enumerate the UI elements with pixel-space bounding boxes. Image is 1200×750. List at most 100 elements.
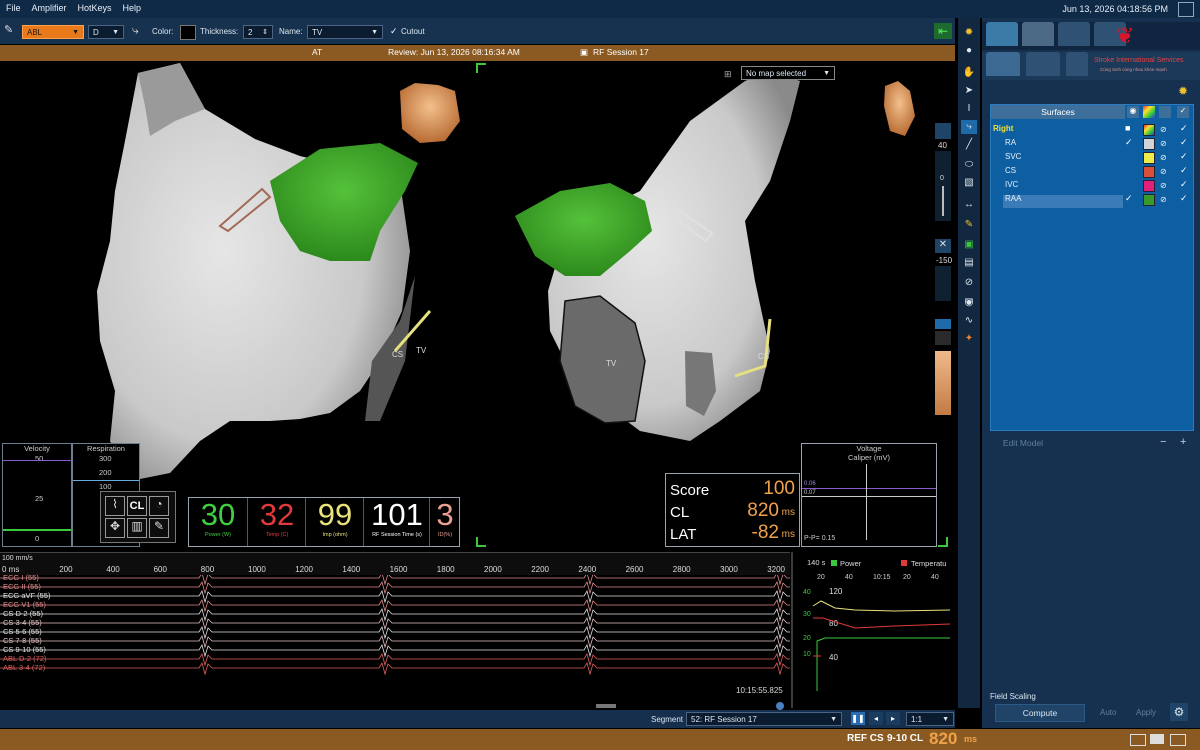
menu-amplifier[interactable]: Amplifier xyxy=(26,0,72,13)
compute-button[interactable]: Compute xyxy=(995,704,1085,722)
group-visibility-toggle[interactable]: ■ xyxy=(1125,122,1130,135)
eye-icon[interactable]: ◉ xyxy=(961,296,977,310)
hand-icon[interactable]: ✋ xyxy=(961,66,977,80)
ellipse-icon[interactable]: ⬭ xyxy=(961,158,977,172)
select-checkbox[interactable]: ✓ xyxy=(1180,136,1188,149)
link-icon[interactable]: ⊘ xyxy=(1160,123,1167,136)
gear-icon[interactable]: ⚙ xyxy=(1170,703,1188,721)
link-icon[interactable]: ⊘ xyxy=(1160,179,1167,192)
surface-color-swatch[interactable] xyxy=(1143,166,1155,178)
curve-draw-icon[interactable]: ⤷ xyxy=(132,23,139,38)
visibility-checkbox[interactable]: ✓ xyxy=(1125,136,1133,149)
tab-sphere[interactable] xyxy=(1022,22,1054,46)
settings-icon[interactable]: ✦ xyxy=(961,332,977,346)
record-icon[interactable] xyxy=(1170,734,1186,746)
cutout-checkbox[interactable]: ✓ xyxy=(390,26,398,37)
channel-label[interactable]: ABL D-2 (72) xyxy=(3,654,47,663)
channel-label[interactable]: CS 3-4 (55) xyxy=(3,618,42,627)
waveform-icon[interactable]: ⌇ xyxy=(105,496,125,516)
color-column-icon[interactable] xyxy=(1143,106,1155,118)
channel-label[interactable]: ECG V1 (55) xyxy=(3,600,46,609)
color-bar-toggle[interactable] xyxy=(935,319,951,329)
name-select[interactable]: TV ▼ xyxy=(307,25,383,39)
color-swatch[interactable] xyxy=(180,25,196,40)
crosshair-icon[interactable]: ✕ xyxy=(935,239,951,253)
tab-catheters[interactable] xyxy=(1026,52,1060,76)
link-column-icon[interactable] xyxy=(1159,106,1171,118)
wave-icon[interactable]: ∿ xyxy=(961,314,977,328)
edit-model-button[interactable]: Edit Model xyxy=(992,436,1054,451)
select-checkbox[interactable]: ✓ xyxy=(1180,150,1188,163)
surface-row[interactable]: CS ⊘ ✓ xyxy=(991,164,1193,178)
link-icon[interactable]: ⊘ xyxy=(1160,151,1167,164)
surface-color-swatch[interactable] xyxy=(1143,180,1155,192)
link-icon[interactable]: ⊘ xyxy=(1160,165,1167,178)
camera-icon[interactable]: ▤ xyxy=(961,256,977,270)
apply-button[interactable]: Apply xyxy=(1136,708,1156,717)
menu-file[interactable]: File xyxy=(0,0,26,13)
spectrum-icon[interactable]: ▥ xyxy=(127,518,147,538)
step-back-icon[interactable]: ◂ xyxy=(869,712,883,725)
catheter-icon[interactable]: ⊘ xyxy=(961,276,977,290)
electrode-select[interactable]: D ▼ xyxy=(88,25,124,39)
window-icon[interactable] xyxy=(1130,734,1146,746)
catheter-tool-icon[interactable]: ✎ xyxy=(4,24,16,36)
draw-curve-icon[interactable]: ⤷ xyxy=(961,120,977,134)
channel-label[interactable]: ABL 3-4 (72) xyxy=(3,663,45,672)
surface-color-swatch[interactable] xyxy=(1143,138,1155,150)
channel-label[interactable]: CS 5-6 (55) xyxy=(3,627,42,636)
surface-color-swatch[interactable] xyxy=(1143,194,1155,206)
link-icon[interactable]: ⊘ xyxy=(1160,137,1167,150)
torso-view-presets[interactable] xyxy=(935,351,951,415)
brush-icon[interactable]: ✎ xyxy=(961,218,977,232)
gauge-icon[interactable]: ◔ xyxy=(149,496,169,516)
pointer-icon[interactable]: ➤ xyxy=(961,84,977,98)
segment-select[interactable]: 52: RF Session 17 ▼ xyxy=(686,712,842,726)
text-cursor-icon[interactable]: I xyxy=(961,102,977,116)
channel-label[interactable]: CS D-2 (55) xyxy=(3,609,43,618)
menu-hotkeys[interactable]: HotKeys xyxy=(72,0,117,13)
lower-slider[interactable] xyxy=(935,266,951,301)
auto-button[interactable]: Auto xyxy=(1100,708,1116,717)
resize-icon[interactable]: ↔ xyxy=(961,198,977,212)
eraser-icon[interactable]: ▧ xyxy=(961,176,977,190)
eye-column-icon[interactable]: ◉ xyxy=(1127,106,1139,118)
tab-map[interactable] xyxy=(986,22,1018,46)
screen-icon[interactable] xyxy=(1150,734,1164,744)
plus-icon[interactable]: + xyxy=(1180,436,1186,448)
tab-anatomy[interactable] xyxy=(1066,52,1088,76)
pause-icon[interactable]: ❚❚ xyxy=(851,712,865,725)
channel-label[interactable]: ECG aVF (55) xyxy=(3,591,51,600)
group-color-swatch[interactable] xyxy=(1143,124,1155,136)
range-slider[interactable]: 0 xyxy=(935,151,951,221)
channel-label[interactable]: CS 7-8 (55) xyxy=(3,636,42,645)
surface-row[interactable]: SVC ⊘ ✓ xyxy=(991,150,1193,164)
map-select[interactable]: No map selected ▼ xyxy=(741,66,835,80)
ruler-tool-icon[interactable]: ╱ xyxy=(961,138,977,152)
scroll-thumb[interactable] xyxy=(596,704,616,708)
move-icon[interactable]: ✥ xyxy=(105,518,125,538)
gear-icon[interactable]: ✹ xyxy=(961,26,977,40)
cl-icon[interactable]: CL xyxy=(127,496,147,516)
thickness-stepper[interactable]: 2 ⇕ xyxy=(243,25,273,39)
surface-row[interactable]: RAA ✓ ⊘ ✓ xyxy=(991,192,1193,206)
catheter-view-icon[interactable] xyxy=(935,331,951,345)
catheter-select[interactable]: ABL ▼ xyxy=(22,25,84,39)
menu-help[interactable]: Help xyxy=(117,0,147,13)
map-list-icon[interactable]: ⊞ xyxy=(724,69,732,80)
check-column-icon[interactable]: ✓ xyxy=(1177,106,1189,118)
select-checkbox[interactable]: ✓ xyxy=(1180,164,1188,177)
channel-label[interactable]: CS 9-10 (55) xyxy=(3,645,46,654)
surface-color-swatch[interactable] xyxy=(1143,152,1155,164)
visibility-checkbox[interactable]: ✓ xyxy=(1125,192,1133,205)
surface-row[interactable]: RA ✓ ⊘ ✓ xyxy=(991,136,1193,150)
collapse-arrow-icon[interactable]: ⇤ xyxy=(934,23,952,39)
ratio-select[interactable]: 1:1 ▼ xyxy=(906,712,954,726)
tool-edit-icon[interactable]: ✎ xyxy=(149,518,169,538)
tab-surfaces[interactable] xyxy=(986,52,1020,76)
tab-signals[interactable] xyxy=(1058,22,1090,46)
link-icon[interactable]: ⊘ xyxy=(1160,193,1167,206)
channel-label[interactable]: ECG II (55) xyxy=(3,582,41,591)
channel-label[interactable]: ECG I (55) xyxy=(3,573,39,582)
scroll-marker[interactable] xyxy=(776,702,784,710)
